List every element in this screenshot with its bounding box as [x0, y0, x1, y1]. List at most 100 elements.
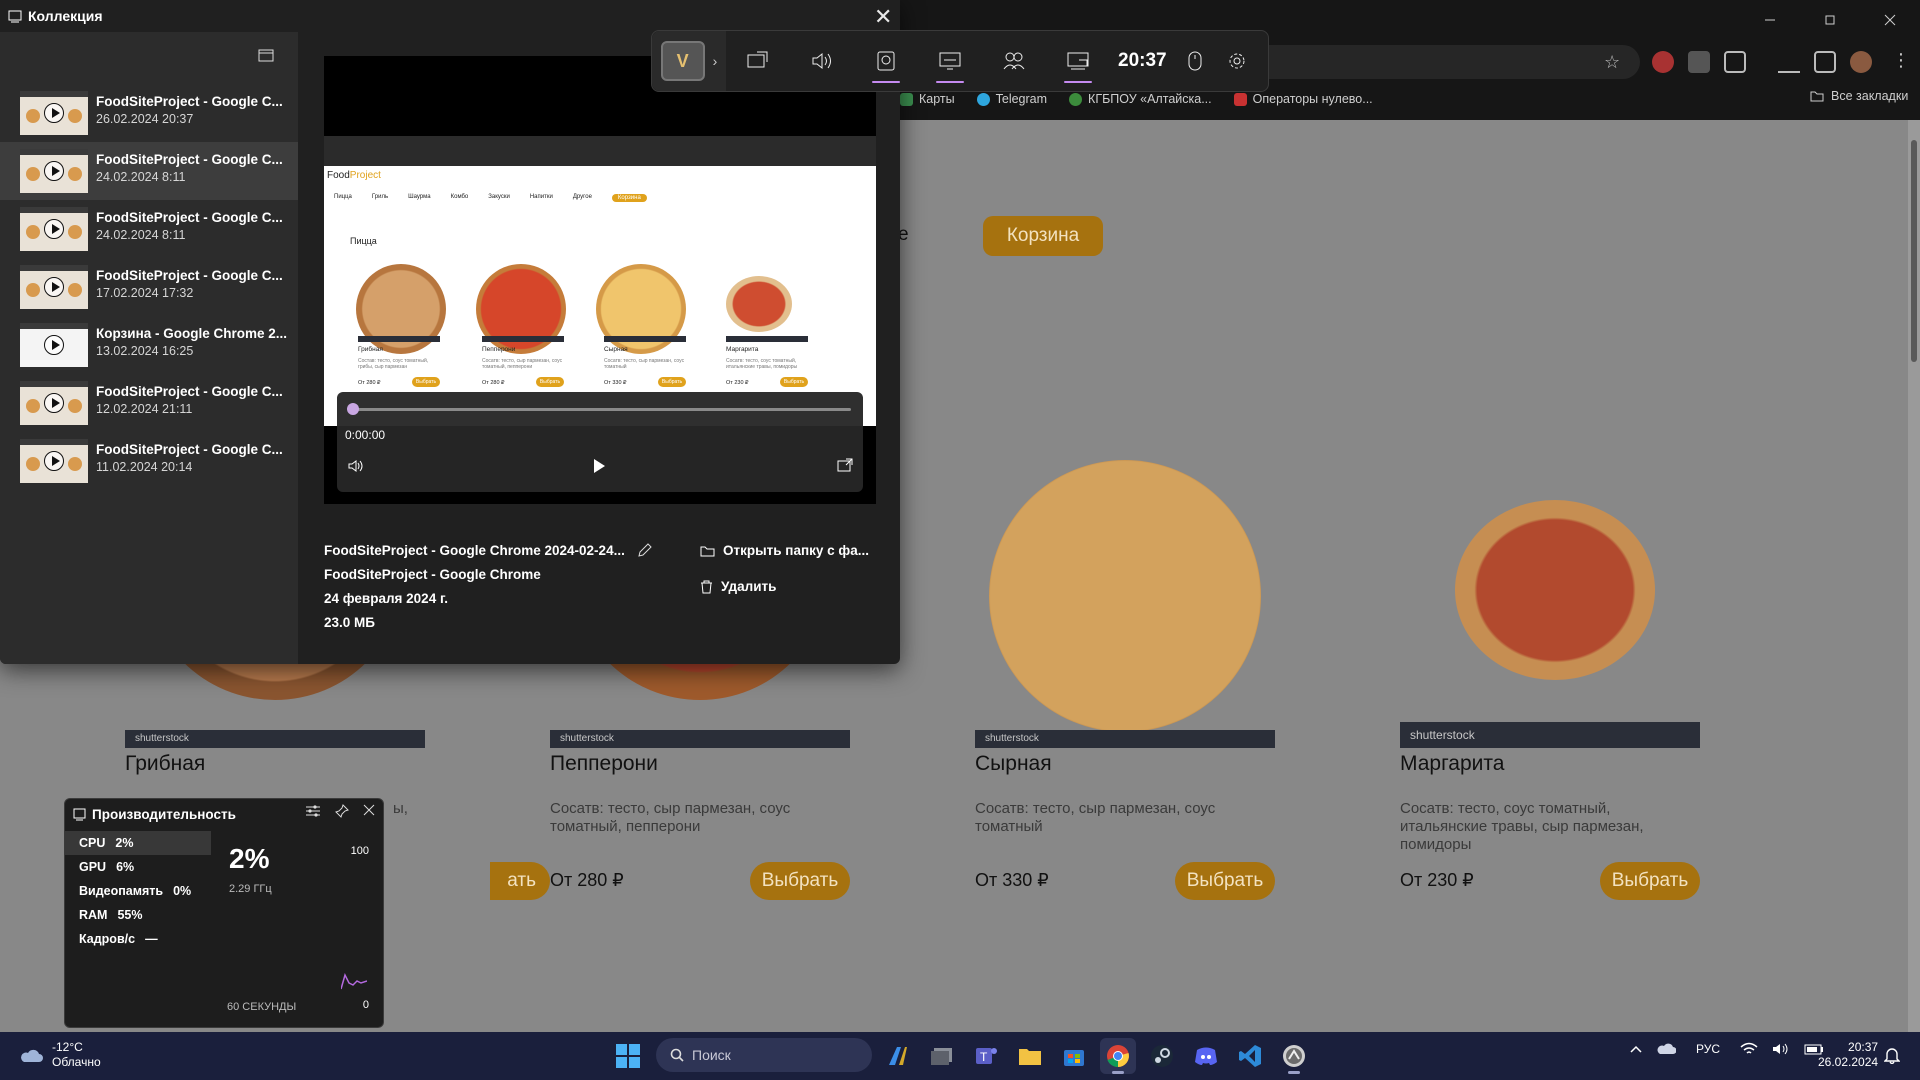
open-folder-button[interactable]: Открыть папку с фа...: [700, 543, 869, 558]
extension-icon[interactable]: [1652, 51, 1674, 73]
metric-fps[interactable]: Кадров/с —: [65, 927, 211, 951]
extension-icon[interactable]: [1688, 51, 1710, 73]
minimize-button[interactable]: [1740, 0, 1800, 40]
clip-item[interactable]: FoodSiteProject - Google C... 26.02.2024…: [0, 84, 298, 142]
close-window-button[interactable]: [1860, 0, 1920, 40]
graph-window-label: 60 СЕКУНДЫ: [227, 1001, 297, 1013]
clip-item[interactable]: Корзина - Google Chrome 2... 13.02.2024 …: [0, 316, 298, 374]
mouse-icon[interactable]: [1175, 31, 1215, 91]
bookmark-star-icon[interactable]: ☆: [1604, 52, 1620, 73]
cart-button[interactable]: Корзина: [983, 216, 1103, 256]
ms-store-icon[interactable]: [1056, 1038, 1092, 1074]
trash-icon: [701, 580, 712, 593]
play-icon: [44, 393, 64, 413]
rename-pencil-icon[interactable]: [636, 543, 652, 559]
volume-icon[interactable]: [1772, 1042, 1790, 1056]
frame-pizza-name: Маргарита: [726, 346, 759, 353]
metric-label: Кадров/с: [79, 932, 136, 946]
windows-start-icon[interactable]: [616, 1044, 640, 1068]
extensions-puzzle-icon[interactable]: [1724, 51, 1746, 73]
select-button[interactable]: Выбрать: [750, 862, 850, 900]
weather-condition: Облачно: [52, 1055, 101, 1069]
seek-knob[interactable]: [347, 403, 359, 415]
chevron-up-icon[interactable]: [1630, 1045, 1642, 1053]
toggle-view-button[interactable]: [253, 44, 279, 66]
side-panel-icon[interactable]: [1814, 51, 1836, 73]
language-indicator[interactable]: РУС: [1696, 1042, 1720, 1056]
watermark-strip: shutterstock: [1400, 722, 1700, 748]
gallery-widget-icon[interactable]: [1046, 31, 1110, 91]
gamebar-app-icon[interactable]: [1276, 1038, 1312, 1074]
page-scrollbar[interactable]: [1908, 120, 1920, 1032]
task-view-icon[interactable]: [924, 1038, 960, 1074]
collection-title-label: Коллекция: [28, 8, 103, 24]
chrome-app-icon[interactable]: [1100, 1038, 1136, 1074]
clip-thumbnail: [20, 323, 88, 367]
onedrive-cloud-icon[interactable]: [1656, 1043, 1676, 1055]
pin-icon[interactable]: [335, 804, 349, 818]
close-icon[interactable]: [363, 804, 375, 818]
clip-item[interactable]: FoodSiteProject - Google C... 24.02.2024…: [0, 200, 298, 258]
settings-gear-icon[interactable]: [1215, 31, 1259, 91]
bookmark-maps[interactable]: Карты: [900, 92, 955, 106]
bookmark-operators[interactable]: Операторы нулево...: [1233, 92, 1373, 106]
bookmark-college[interactable]: КГБПОУ «Алтайска...: [1069, 92, 1212, 106]
delete-button[interactable]: Удалить: [700, 579, 776, 594]
copilot-app-icon[interactable]: [880, 1038, 916, 1074]
all-bookmarks[interactable]: Все закладки: [1810, 89, 1908, 103]
current-app[interactable]: V ›: [652, 31, 726, 91]
wifi-icon[interactable]: [1740, 1042, 1758, 1056]
clip-thumbnail: [20, 149, 88, 193]
performance-widget-icon[interactable]: [854, 31, 918, 91]
volume-icon[interactable]: [347, 458, 365, 474]
metric-cpu[interactable]: CPU 2%: [65, 831, 211, 855]
frame-select-button: Выбрать: [536, 377, 564, 387]
menu-kebab-icon[interactable]: ⋮: [1892, 50, 1910, 71]
clip-item-selected[interactable]: FoodSiteProject - Google C... 24.02.2024…: [0, 142, 298, 200]
bookmark-telegram[interactable]: Telegram: [976, 92, 1047, 106]
performance-widget: Производительность CPU 2% GPU 6% Видеопамя…: [64, 798, 384, 1028]
steam-app-icon[interactable]: [1144, 1038, 1180, 1074]
pizza-price: От 280 ₽: [550, 870, 624, 890]
resources-widget-icon[interactable]: [918, 31, 982, 91]
metric-ram[interactable]: RAM 55%: [65, 903, 211, 927]
play-icon: [44, 335, 64, 355]
metric-label: Видеопамять: [79, 884, 164, 898]
clip-item[interactable]: FoodSiteProject - Google C... 17.02.2024…: [0, 258, 298, 316]
vscode-app-icon[interactable]: [1232, 1038, 1268, 1074]
play-icon[interactable]: [591, 458, 607, 474]
taskbar-clock[interactable]: 20:37 26.02.2024: [1818, 1040, 1878, 1070]
cloud-icon: [21, 1049, 43, 1062]
notification-bell-icon[interactable]: [1884, 1046, 1900, 1064]
capture-widget-icon[interactable]: [726, 31, 790, 91]
scrollbar-thumb[interactable]: [1911, 140, 1917, 362]
metric-label: RAM: [79, 908, 108, 922]
metric-gpu[interactable]: GPU 6%: [65, 855, 211, 879]
weather-widget[interactable]: -12°C Облачно: [18, 1040, 101, 1070]
close-icon[interactable]: ✕: [874, 4, 892, 30]
select-button[interactable]: ать: [490, 862, 550, 900]
graph-min-label: 0: [362, 999, 369, 1011]
seek-bar[interactable]: [349, 408, 851, 411]
taskbar-search[interactable]: Поиск: [656, 1038, 872, 1072]
audio-widget-icon[interactable]: [790, 31, 854, 91]
discord-app-icon[interactable]: [1188, 1038, 1224, 1074]
options-sliders-icon[interactable]: [305, 804, 321, 818]
clip-size: 23.0 МБ: [324, 615, 375, 630]
frame-pizza-price: От 280 ₽: [358, 380, 381, 386]
file-explorer-icon[interactable]: [1012, 1038, 1048, 1074]
profile-avatar[interactable]: [1850, 51, 1872, 73]
metric-vram[interactable]: Видеопамять 0%: [65, 879, 211, 903]
teams-app-icon[interactable]: T: [968, 1038, 1004, 1074]
fullscreen-icon[interactable]: [837, 458, 853, 472]
play-icon: [44, 277, 64, 297]
select-button[interactable]: Выбрать: [1600, 862, 1700, 900]
download-icon[interactable]: [1778, 51, 1800, 73]
pizza-card-cheese: shutterstock Сырная Сосатв: тесто, сыр п…: [975, 440, 1275, 910]
xbox-social-widget-icon[interactable]: [982, 31, 1046, 91]
select-button[interactable]: Выбрать: [1175, 862, 1275, 900]
clip-item[interactable]: FoodSiteProject - Google C... 11.02.2024…: [0, 432, 298, 490]
maximize-button[interactable]: [1800, 0, 1860, 40]
clip-item[interactable]: FoodSiteProject - Google C... 12.02.2024…: [0, 374, 298, 432]
metric-value: 6%: [116, 860, 135, 874]
